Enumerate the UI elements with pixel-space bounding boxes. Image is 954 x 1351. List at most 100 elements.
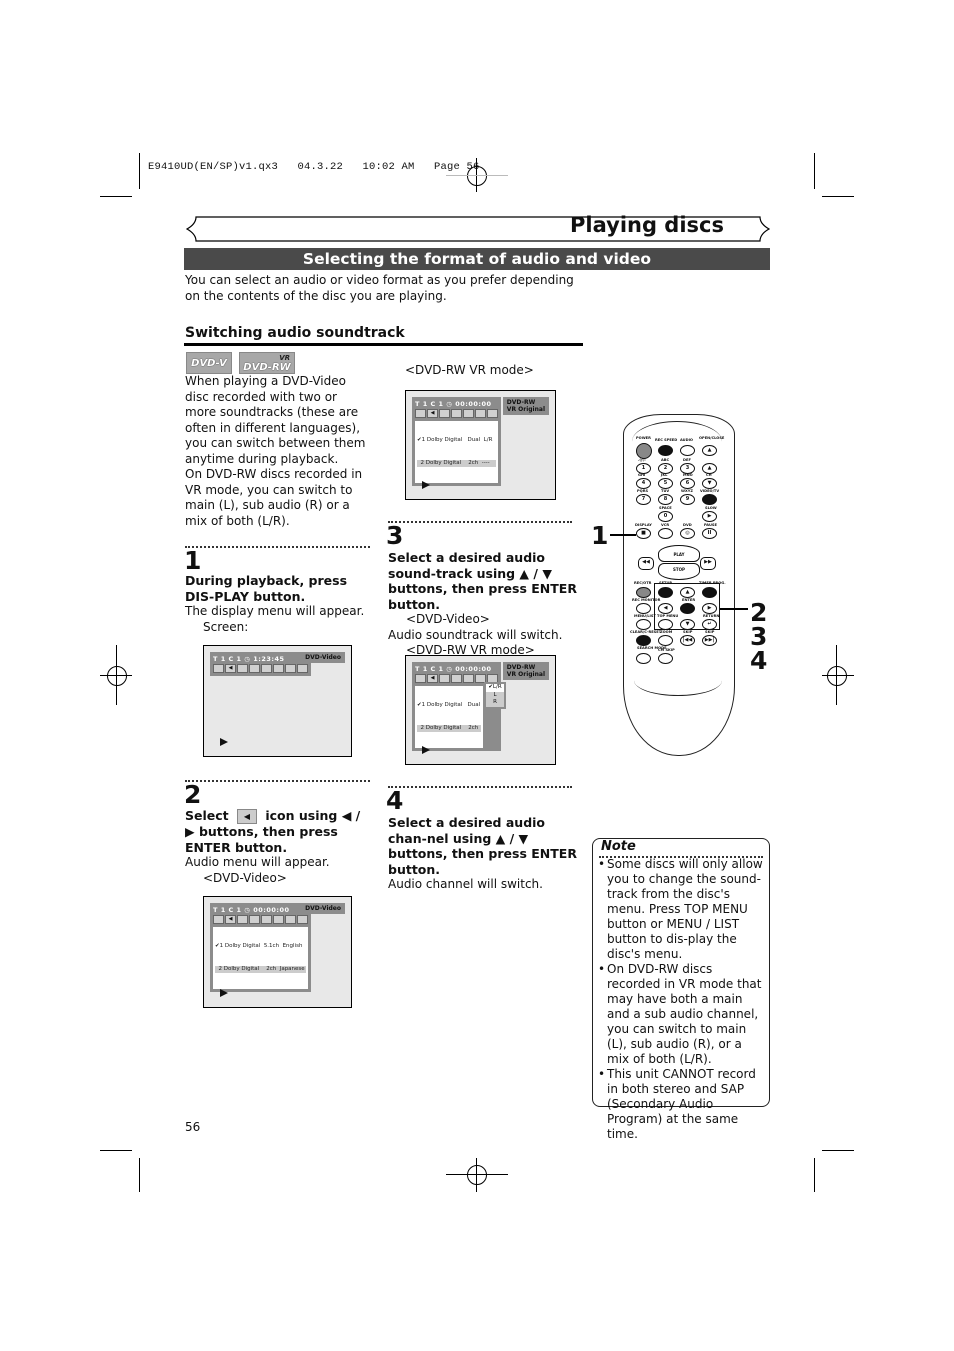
description-p1: When playing a DVD-Video disc recorded w… bbox=[185, 374, 366, 466]
section-bar: Selecting the format of audio and video bbox=[184, 248, 770, 270]
step-2-result: Audio menu will appear. bbox=[185, 855, 330, 869]
audio-channel-item[interactable]: L bbox=[486, 691, 504, 699]
audio-track-item[interactable]: ✔1 Dolby Digital 5.1ch English bbox=[215, 943, 306, 951]
step-4-text: Select a desired audio chan-nel using ▲ … bbox=[388, 815, 578, 893]
step-1-sub: Screen: bbox=[203, 619, 249, 634]
audio-track-item[interactable]: ✔1 Dolby Digital Dual L/R bbox=[417, 437, 496, 445]
subtitle-icon bbox=[213, 915, 224, 924]
down-arrow-button[interactable]: ▼ bbox=[680, 619, 695, 630]
subhead: Switching audio soundtrack bbox=[185, 325, 405, 341]
step-4-result: Audio channel will switch. bbox=[388, 877, 543, 891]
digit-9-button[interactable]: 9 bbox=[680, 494, 695, 505]
section-title: Selecting the format of audio and video bbox=[302, 250, 652, 268]
audio-track-item[interactable]: 2 Dolby Digital 2ch Japanese bbox=[215, 965, 306, 973]
stop-button[interactable]: STOP bbox=[658, 563, 700, 580]
play-button[interactable]: PLAY bbox=[658, 545, 700, 562]
video-tv-button[interactable] bbox=[702, 494, 717, 505]
skip-back-button[interactable]: |◀◀ bbox=[680, 635, 695, 646]
surround-icon bbox=[463, 409, 474, 418]
dvd-button[interactable]: ◎ bbox=[680, 528, 695, 539]
note-item: This unit CANNOT record in both stereo a… bbox=[597, 1067, 765, 1142]
rec-speed-button[interactable] bbox=[658, 445, 673, 456]
subtitle-icon bbox=[415, 674, 426, 683]
key-label: MNO bbox=[683, 473, 693, 477]
menu-list-button[interactable] bbox=[636, 619, 651, 630]
step-divider bbox=[185, 546, 370, 548]
registration-line bbox=[100, 675, 132, 676]
marker-icon bbox=[285, 664, 296, 673]
audio-track-item[interactable]: 2 Dolby Digital 2ch ---- bbox=[417, 459, 496, 467]
top-menu-label: TOP MENU bbox=[657, 614, 679, 618]
channel-down-button[interactable]: ▼ bbox=[702, 478, 717, 489]
rec-otr-button[interactable] bbox=[636, 587, 651, 598]
audio-channel-item[interactable]: ✔L/R bbox=[486, 684, 504, 692]
power-label: POWER bbox=[636, 436, 651, 440]
return-label: RETURN bbox=[703, 614, 720, 618]
audio-icon: ◀ bbox=[225, 664, 236, 673]
audio-channel-item[interactable]: R bbox=[486, 699, 504, 707]
clear-button[interactable] bbox=[636, 635, 651, 646]
digit-5-button[interactable]: 5 bbox=[658, 478, 673, 489]
zoom-button[interactable] bbox=[658, 635, 673, 646]
pause-button[interactable]: II bbox=[702, 528, 717, 539]
step-number: 3 bbox=[386, 521, 404, 550]
callout-line bbox=[610, 534, 636, 536]
step-divider bbox=[388, 786, 572, 788]
digit-0-button[interactable]: 0 bbox=[658, 511, 673, 522]
audio-track-item[interactable]: ✔1 Dolby Digital Dual bbox=[417, 702, 481, 710]
pause-label: PAUSE bbox=[704, 523, 717, 527]
display-button[interactable]: ■ bbox=[636, 528, 651, 539]
slow-button[interactable]: ▶ bbox=[702, 511, 717, 522]
audio-label: AUDIO bbox=[680, 438, 693, 442]
digit-6-button[interactable]: 6 bbox=[680, 478, 695, 489]
audio-track-list: ✔1 Dolby Digital Dual 2 Dolby Digital 2c… bbox=[415, 686, 483, 748]
screen-disc-label: DVD-Video bbox=[301, 903, 345, 914]
key-label: DEF bbox=[683, 458, 691, 462]
key-label: PQRS bbox=[637, 489, 649, 493]
remote-bottom-arc bbox=[634, 665, 722, 696]
zoom-icon bbox=[487, 409, 498, 418]
play-label: PLAY bbox=[673, 552, 685, 557]
open-close-button[interactable]: ▲ bbox=[702, 445, 717, 456]
registration-line bbox=[446, 175, 508, 176]
digit-8-button[interactable]: 8 bbox=[658, 494, 673, 505]
play-icon bbox=[422, 481, 430, 489]
vr-mode-label: <DVD-RW VR mode> bbox=[405, 363, 534, 377]
title-icon bbox=[249, 915, 260, 924]
rewind-button[interactable]: ◀◀ bbox=[638, 557, 654, 570]
audio-track-item[interactable]: 2 Dolby Digital 2ch bbox=[417, 724, 481, 732]
rec-monitor-button[interactable] bbox=[636, 603, 651, 614]
audio-button[interactable] bbox=[680, 445, 695, 456]
screen-2: T 1 C 1 ◷ 00:00:00 ◀ ✔1 Dolby Digital 5.… bbox=[203, 896, 352, 1008]
osd-status: T 1 C 1 ◷ 00:00:00 bbox=[415, 400, 492, 408]
digit-7-button[interactable]: 7 bbox=[636, 494, 651, 505]
search-mode-button[interactable] bbox=[636, 653, 651, 664]
osd-icons: ◀ bbox=[213, 915, 308, 924]
power-button[interactable] bbox=[636, 443, 652, 459]
vcr-button[interactable] bbox=[658, 528, 673, 539]
title-icon bbox=[451, 674, 462, 683]
open-close-label: OPEN/CLOSE bbox=[699, 436, 725, 440]
angle-icon bbox=[439, 409, 450, 418]
osd-status: T 1 C 1 ◷ 00:00:00 bbox=[415, 665, 492, 673]
skip-forward-button[interactable]: ▶▶| bbox=[702, 635, 717, 646]
angle-icon bbox=[237, 664, 248, 673]
screen-3: T 1 C 1 ◷ 00:00:00 ◀ ✔1 Dolby Digital Du… bbox=[405, 390, 556, 500]
note-list: Some discs will only allow you to change… bbox=[597, 857, 765, 1142]
title-icon bbox=[249, 664, 260, 673]
digit-4-button[interactable]: 4 bbox=[636, 478, 651, 489]
step-2-text: Select ◀ icon using ◀ / ▶ buttons, then … bbox=[185, 808, 370, 886]
step-4-instruction: Select a desired audio chan-nel using ▲ … bbox=[388, 815, 577, 877]
subhead-rule bbox=[184, 343, 583, 346]
return-button[interactable]: ↵ bbox=[702, 619, 717, 630]
step-1-text: During playback, press DIS-PLAY button. … bbox=[185, 573, 370, 635]
registration-mark bbox=[467, 1165, 487, 1185]
screen-disc-label: DVD-RW VR Original bbox=[502, 662, 549, 680]
vcr-label: VCR bbox=[661, 523, 670, 527]
audio-track-list: ✔1 Dolby Digital 5.1ch English 2 Dolby D… bbox=[213, 927, 308, 989]
fast-forward-button[interactable]: ▶▶ bbox=[700, 557, 716, 570]
top-menu-button[interactable] bbox=[658, 619, 673, 630]
marker-icon bbox=[475, 409, 486, 418]
audio-channel-list: ✔L/R L R bbox=[484, 682, 506, 709]
cm-skip-button[interactable] bbox=[658, 653, 673, 664]
